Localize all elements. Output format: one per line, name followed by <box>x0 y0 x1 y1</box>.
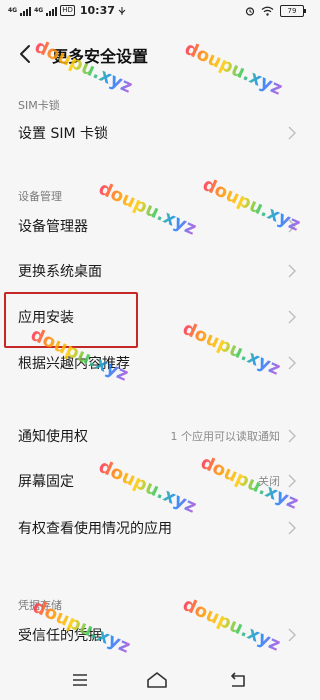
usb-icon <box>118 6 126 15</box>
row-value: 关闭 <box>258 475 280 488</box>
page-title: 更多安全设置 <box>52 47 149 66</box>
menu-icon <box>73 674 87 686</box>
row-label: 受信任的凭据 <box>18 628 102 644</box>
chevron-right-icon <box>288 628 296 642</box>
page-header: 更多安全设置 <box>0 34 314 74</box>
nav-home-button[interactable] <box>143 668 171 692</box>
row-label: 设备管理器 <box>18 219 88 235</box>
chevron-right-icon <box>288 126 296 140</box>
battery-icon: 79 <box>280 5 306 17</box>
row-trusted-credentials[interactable]: 受信任的凭据 <box>0 613 314 657</box>
chevron-right-icon <box>288 310 296 324</box>
row-notification-access[interactable]: 通知使用权 1 个应用可以读取通知 <box>0 414 314 458</box>
chevron-right-icon <box>288 521 296 535</box>
status-bar: 4G 4G HD 10:37 79 <box>0 0 314 24</box>
status-right: 79 <box>245 5 306 17</box>
row-label: 通知使用权 <box>18 429 88 445</box>
row-label: 设置 SIM 卡锁 <box>18 126 108 142</box>
section-label-device-management: 设备管理 <box>18 190 62 203</box>
row-value: 1 个应用可以读取通知 <box>170 430 281 443</box>
wifi-icon <box>261 6 274 16</box>
signal-icon <box>20 6 32 16</box>
status-time: 10:37 <box>79 4 115 17</box>
row-interest-recommendation[interactable]: 根据兴趣内容推荐 <box>0 341 314 385</box>
chevron-right-icon <box>288 474 296 488</box>
navigation-bar <box>0 660 314 700</box>
signal-icon-2 <box>46 6 58 16</box>
network-type-1: 4G <box>8 6 18 14</box>
chevron-right-icon <box>288 219 296 233</box>
nav-back-button[interactable] <box>224 668 252 692</box>
row-app-install[interactable]: 应用安装 <box>0 295 314 339</box>
status-left: 4G 4G HD 10:37 <box>8 4 126 17</box>
row-label: 根据兴趣内容推荐 <box>18 356 130 372</box>
row-set-sim-lock[interactable]: 设置 SIM 卡锁 <box>0 111 314 155</box>
chevron-left-icon <box>20 45 30 63</box>
chevron-right-icon <box>288 356 296 370</box>
row-label: 屏幕固定 <box>18 474 74 490</box>
row-label: 有权查看使用情况的应用 <box>18 521 172 537</box>
row-change-launcher[interactable]: 更换系统桌面 <box>0 249 314 293</box>
back-icon <box>231 672 245 687</box>
row-label: 更换系统桌面 <box>18 264 102 280</box>
section-label-credential-storage: 凭据存储 <box>18 599 62 612</box>
alarm-icon <box>245 7 255 16</box>
chevron-right-icon <box>288 429 296 443</box>
hd-badge: HD <box>60 5 75 16</box>
network-type-2: 4G <box>34 6 44 14</box>
row-usage-access[interactable]: 有权查看使用情况的应用 <box>0 506 314 550</box>
back-button[interactable] <box>14 40 38 68</box>
nav-menu-button[interactable] <box>66 668 94 692</box>
home-icon <box>147 672 167 688</box>
row-screen-pinning[interactable]: 屏幕固定 关闭 <box>0 459 314 503</box>
chevron-right-icon <box>288 264 296 278</box>
row-label: 应用安装 <box>18 310 74 326</box>
row-device-manager[interactable]: 设备管理器 <box>0 204 314 248</box>
